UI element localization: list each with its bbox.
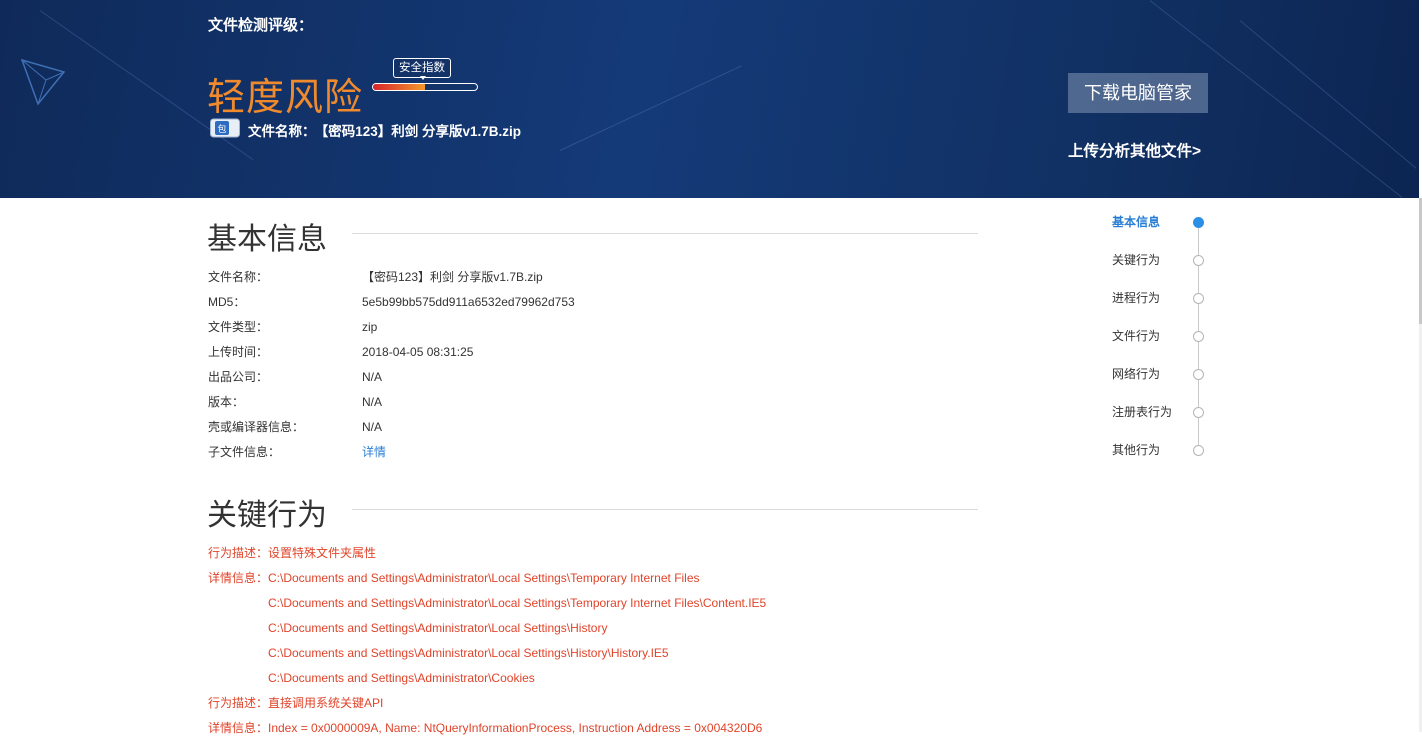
nav-item-file-behavior[interactable]: 文件行为 xyxy=(1112,326,1212,346)
archive-file-icon: 包 xyxy=(210,118,240,138)
nav-item-process-behavior[interactable]: 进程行为 xyxy=(1112,288,1212,308)
nav-item-network-behavior[interactable]: 网络行为 xyxy=(1112,364,1212,384)
basic-info-divider xyxy=(352,233,978,234)
file-name-label: 文件名称： xyxy=(248,124,316,139)
info-label: MD5： xyxy=(208,295,246,309)
nav-item-label: 基本信息 xyxy=(1112,215,1161,229)
behavior-label: 详情信息： xyxy=(208,571,269,585)
nav-item-label: 进程行为 xyxy=(1112,291,1161,305)
banner-scrollbar xyxy=(1416,0,1419,198)
info-label: 文件名称： xyxy=(208,270,269,284)
triangle-logo-icon xyxy=(20,58,66,106)
key-behavior-title: 关键行为 xyxy=(207,499,327,532)
risk-level: 轻度风险 xyxy=(207,77,364,119)
info-value: N/A xyxy=(362,395,383,409)
safety-index-bar xyxy=(372,83,478,91)
info-label: 子文件信息： xyxy=(208,445,281,459)
info-label: 版本： xyxy=(208,395,245,409)
nav-item-label: 其他行为 xyxy=(1112,443,1161,457)
info-label: 文件类型： xyxy=(208,320,269,334)
behavior-value: C:\Documents and Settings\Administrator\… xyxy=(268,621,608,635)
behavior-label: 详情信息： xyxy=(208,721,269,735)
info-label: 上传时间： xyxy=(208,345,269,359)
rating-label: 文件检测评级： xyxy=(208,17,314,34)
banner-file-name: 文件名称： 【密码123】利剑 分享版v1.7B.zip xyxy=(248,120,527,140)
info-label: 出品公司： xyxy=(208,370,269,384)
nav-item-basic-info[interactable]: 基本信息 xyxy=(1112,212,1212,232)
behavior-value: C:\Documents and Settings\Administrator\… xyxy=(268,671,535,685)
nav-item-key-behavior[interactable]: 关键行为 xyxy=(1112,250,1212,270)
info-value: N/A xyxy=(362,420,383,434)
behavior-value: 直接调用系统关键API xyxy=(268,696,384,710)
nav-dot-icon xyxy=(1193,369,1204,380)
behavior-value: C:\Documents and Settings\Administrator\… xyxy=(268,571,700,585)
info-value: 5e5b99bb575dd911a6532ed79962d753 xyxy=(362,295,575,309)
nav-item-registry-behavior[interactable]: 注册表行为 xyxy=(1112,402,1212,422)
behavior-label: 行为描述： xyxy=(208,696,269,710)
basic-info-title: 基本信息 xyxy=(207,223,327,256)
file-icon-glyph: 包 xyxy=(217,123,226,135)
file-name-value: 【密码123】利剑 分享版v1.7B.zip xyxy=(321,124,522,139)
nav-dot-icon xyxy=(1193,445,1204,456)
sub-file-details-link[interactable]: 详情 xyxy=(362,444,386,460)
header-banner: 文件检测评级： 轻度风险 安全指数 包 文件名称： 【密码123】利剑 分享版v1… xyxy=(0,0,1419,198)
download-pc-manager-button[interactable]: 下载电脑管家 xyxy=(1068,73,1208,113)
nav-dot-icon xyxy=(1193,255,1204,266)
behavior-value: Index = 0x0000009A, Name: NtQueryInforma… xyxy=(268,721,763,735)
nav-dot-icon xyxy=(1193,293,1204,304)
nav-dot-icon xyxy=(1193,407,1204,418)
upload-other-file-link[interactable]: 上传分析其他文件> xyxy=(1068,139,1201,161)
nav-item-other-behavior[interactable]: 其他行为 xyxy=(1112,440,1212,460)
behavior-label: 行为描述： xyxy=(208,546,269,560)
key-behavior-divider xyxy=(352,509,978,510)
info-value: zip xyxy=(362,320,378,334)
section-nav: 基本信息 关键行为 进程行为 文件行为 网络行为 注册表行为 其他行为 xyxy=(1112,212,1212,462)
info-label: 壳或编译器信息： xyxy=(208,420,305,434)
behavior-value: 设置特殊文件夹属性 xyxy=(268,546,377,560)
nav-dot-icon xyxy=(1193,331,1204,342)
banner-decoration xyxy=(559,65,742,151)
safety-index-fill xyxy=(373,84,425,90)
safety-index-pointer xyxy=(420,76,426,80)
nav-item-label: 网络行为 xyxy=(1112,367,1161,381)
info-value: N/A xyxy=(362,370,383,384)
nav-item-label: 注册表行为 xyxy=(1112,405,1173,419)
nav-item-label: 文件行为 xyxy=(1112,329,1161,343)
safety-index-tag: 安全指数 xyxy=(393,58,451,78)
nav-item-label: 关键行为 xyxy=(1112,253,1161,267)
behavior-value: C:\Documents and Settings\Administrator\… xyxy=(268,646,669,660)
behavior-value: C:\Documents and Settings\Administrator\… xyxy=(268,596,767,610)
banner-decoration xyxy=(1239,20,1419,189)
info-value: 2018-04-05 08:31:25 xyxy=(362,345,474,359)
info-value: 【密码123】利剑 分享版v1.7B.zip xyxy=(362,270,543,284)
nav-dot-icon xyxy=(1193,217,1204,228)
